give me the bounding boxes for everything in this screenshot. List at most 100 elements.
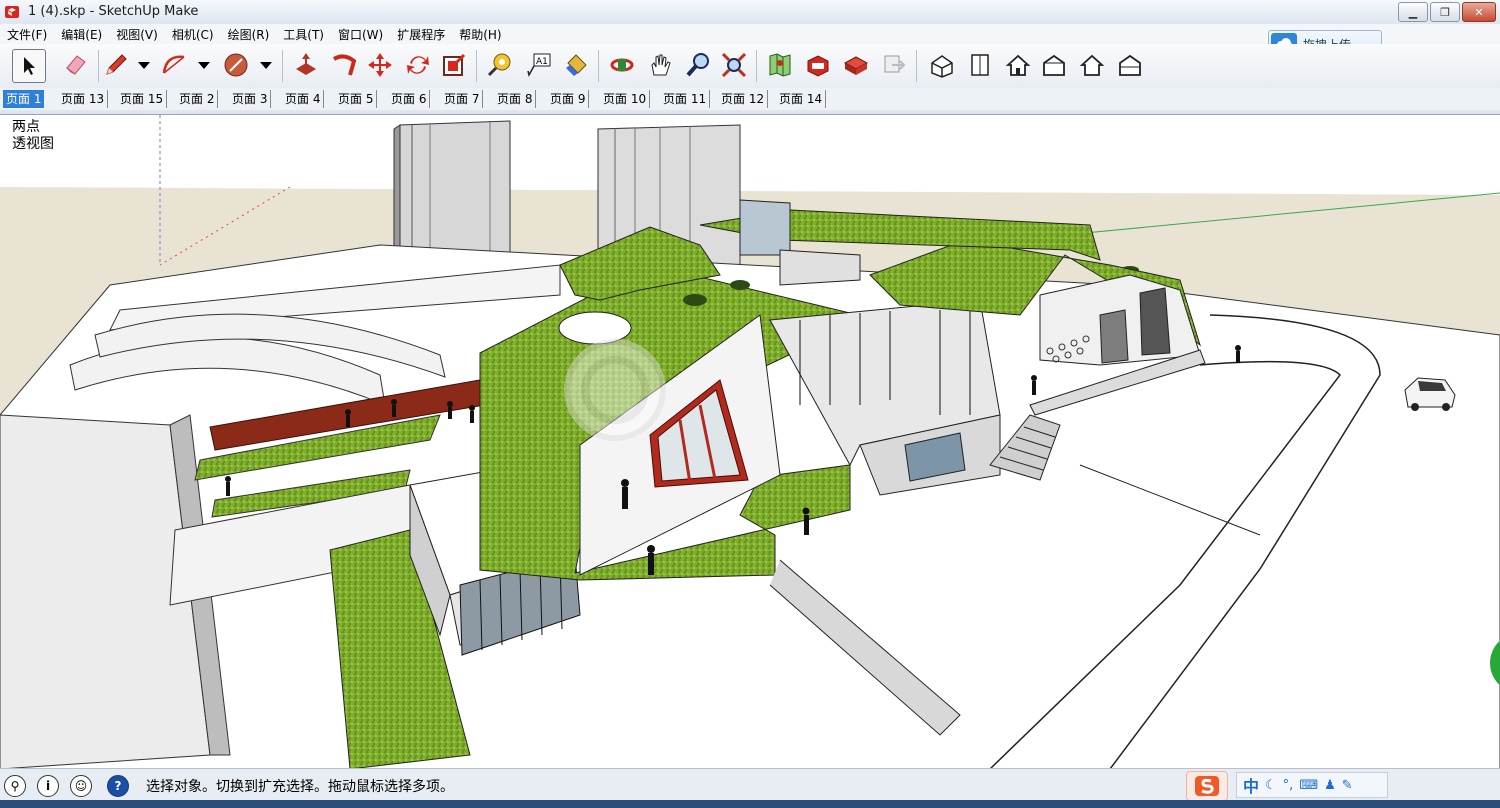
menu-extensions[interactable]: 扩展程序 xyxy=(390,26,452,43)
shape-tool-button[interactable] xyxy=(220,49,252,81)
ime-toolbar: 中 ☾ °, ⌨ ♟ ✎ xyxy=(1236,772,1388,798)
right-view-button[interactable] xyxy=(1038,49,1070,81)
top-view-button[interactable] xyxy=(964,49,996,81)
watermark-logo xyxy=(564,339,666,441)
zoom-tool-button[interactable] xyxy=(682,49,714,81)
car xyxy=(1404,377,1456,411)
pencil-tool-button[interactable] xyxy=(100,49,132,81)
keyboard-icon[interactable]: ⌨ xyxy=(1299,778,1318,793)
tab-page-14[interactable]: 页面 14 xyxy=(776,90,827,108)
svg-text:A1: A1 xyxy=(536,57,548,67)
account-button[interactable]: ☺ xyxy=(70,775,92,797)
text-tool-button[interactable]: A1 xyxy=(522,49,554,81)
moon-icon[interactable]: ☾ xyxy=(1265,778,1277,793)
wrench-icon[interactable]: ✎ xyxy=(1342,778,1353,793)
menu-view[interactable]: 视图(V) xyxy=(109,26,165,43)
arc-tool-button[interactable] xyxy=(158,49,190,81)
user-skin-icon[interactable]: ♟ xyxy=(1324,778,1336,793)
front-view-icon xyxy=(1005,54,1031,76)
geolocation-button[interactable]: ⚲ xyxy=(4,775,26,797)
status-message: 选择对象。切换到扩充选择。拖动鼠标选择多项。 xyxy=(146,779,454,795)
menu-tools[interactable]: 工具(T) xyxy=(276,26,331,43)
tab-page-4[interactable]: 页面 4 xyxy=(282,90,325,108)
3d-warehouse-button[interactable] xyxy=(802,49,834,81)
pan-icon xyxy=(651,54,671,76)
add-location-button[interactable] xyxy=(764,49,796,81)
tab-page-2[interactable]: 页面 2 xyxy=(176,90,219,108)
select-tool-button[interactable] xyxy=(12,49,46,83)
menu-edit[interactable]: 编辑(E) xyxy=(54,26,109,43)
layout-icon xyxy=(884,55,906,73)
rotate-icon xyxy=(407,56,429,74)
credits-button[interactable]: i xyxy=(37,775,59,797)
rotate-tool-button[interactable] xyxy=(402,49,434,81)
front-view-button[interactable] xyxy=(1002,49,1034,81)
send-to-layout-button[interactable] xyxy=(878,49,910,81)
arc-icon xyxy=(162,55,185,74)
orbit-icon xyxy=(610,58,634,72)
menu-file[interactable]: 文件(F) xyxy=(0,26,54,43)
tab-page-11[interactable]: 页面 11 xyxy=(660,90,711,108)
location-pin-icon: ⚲ xyxy=(10,779,20,793)
model-viewport[interactable]: 两点 透视图 xyxy=(0,114,1500,769)
tab-page-10[interactable]: 页面 10 xyxy=(600,90,651,108)
left-view-button[interactable] xyxy=(1114,49,1146,81)
menu-draw[interactable]: 绘图(R) xyxy=(221,26,277,43)
paint-bucket-icon xyxy=(566,54,587,76)
sogou-ime-logo[interactable] xyxy=(1186,771,1228,801)
shape-icon xyxy=(224,53,248,77)
tab-page-15[interactable]: 页面 15 xyxy=(117,90,168,108)
tab-page-12[interactable]: 页面 12 xyxy=(718,90,769,108)
sketchup-app-icon xyxy=(5,6,19,18)
menu-window[interactable]: 窗口(W) xyxy=(331,26,390,43)
menu-help[interactable]: 帮助(H) xyxy=(452,26,508,43)
instructor-help-button[interactable]: ? xyxy=(107,775,129,797)
right-view-icon xyxy=(1043,54,1065,76)
minimize-button[interactable]: ▁ xyxy=(1398,2,1428,22)
top-view-icon xyxy=(971,54,989,76)
tab-page-3[interactable]: 页面 3 xyxy=(229,90,272,108)
pencil-dropdown-arrow-icon[interactable] xyxy=(138,62,150,69)
pan-tool-button[interactable] xyxy=(644,49,676,81)
ime-chinese-mode[interactable]: 中 xyxy=(1243,773,1259,797)
tab-page-1[interactable]: 页面 1 xyxy=(3,90,45,108)
punctuation-icon[interactable]: °, xyxy=(1283,778,1294,793)
iso-view-button[interactable] xyxy=(926,49,958,81)
tab-page-6[interactable]: 页面 6 xyxy=(388,90,431,108)
scale-tool-button[interactable] xyxy=(438,49,470,81)
orbit-tool-button[interactable] xyxy=(606,49,638,81)
paint-bucket-tool-button[interactable] xyxy=(560,49,592,81)
move-tool-button[interactable] xyxy=(364,49,396,81)
shape-dropdown-arrow-icon[interactable] xyxy=(260,62,272,69)
menu-camera[interactable]: 相机(C) xyxy=(165,26,221,43)
restore-button[interactable]: ❐ xyxy=(1430,2,1460,22)
push-pull-tool-button[interactable] xyxy=(290,49,322,81)
components-icon xyxy=(843,56,869,75)
back-view-icon xyxy=(1079,54,1105,76)
follow-me-tool-button[interactable] xyxy=(328,49,360,81)
tab-page-5[interactable]: 页面 5 xyxy=(335,90,378,108)
zoom-icon xyxy=(686,53,709,77)
pencil-icon xyxy=(106,54,127,75)
tab-page-7[interactable]: 页面 7 xyxy=(441,90,484,108)
tab-page-13[interactable]: 页面 13 xyxy=(58,90,109,108)
arc-dropdown-arrow-icon[interactable] xyxy=(198,62,210,69)
text-icon: A1 xyxy=(527,53,551,78)
tape-measure-tool-button[interactable] xyxy=(484,49,516,81)
follow-me-icon xyxy=(332,54,357,76)
sogou-logo-icon xyxy=(1195,776,1219,796)
user-icon: ☺ xyxy=(74,779,88,793)
minimize-icon: ▁ xyxy=(1408,5,1418,19)
components-button[interactable] xyxy=(840,49,872,81)
iso-view-icon xyxy=(931,55,953,78)
camera-mode-label: 两点 透视图 xyxy=(12,119,54,153)
back-view-button[interactable] xyxy=(1076,49,1108,81)
eraser-tool-button[interactable] xyxy=(60,49,92,81)
zoom-extents-tool-button[interactable] xyxy=(718,49,750,81)
scale-icon xyxy=(443,53,466,76)
eraser-icon xyxy=(66,55,86,75)
close-button[interactable]: ✕ xyxy=(1462,2,1496,22)
window-title: 1 (4).skp - SketchUp Make xyxy=(28,4,199,19)
tab-page-9[interactable]: 页面 9 xyxy=(547,90,590,108)
tab-page-8[interactable]: 页面 8 xyxy=(494,90,537,108)
